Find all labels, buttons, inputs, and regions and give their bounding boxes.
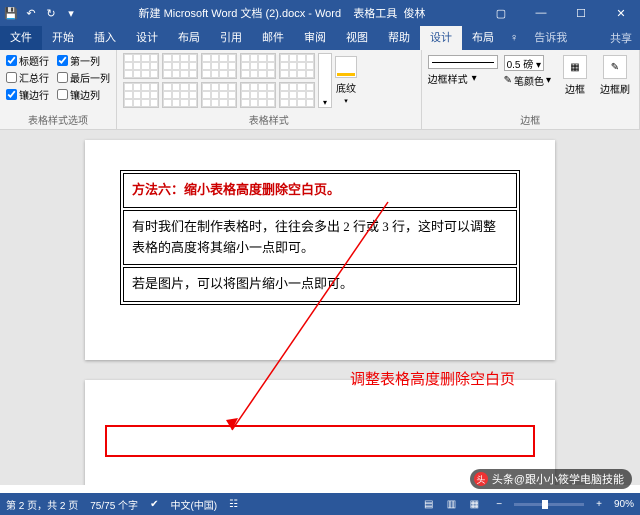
read-mode-icon[interactable]: ▤ (419, 499, 439, 510)
ribbon-options-icon[interactable]: ▢ (486, 7, 516, 20)
accessibility-icon[interactable]: ☷ (229, 499, 238, 510)
borders-button[interactable]: ▦边框 (557, 55, 593, 96)
shading-button[interactable]: 底纹 ▾ (335, 53, 357, 105)
bucket-icon (335, 56, 357, 78)
table-style[interactable] (279, 53, 315, 79)
border-weight[interactable]: 0.5 磅 ▾ (504, 55, 545, 71)
group-label: 表格样式 (123, 112, 415, 129)
save-icon[interactable]: 💾 (4, 7, 18, 20)
check-total-row[interactable]: 汇总行 (6, 70, 49, 85)
annotation-text: 调整表格高度删除空白页 (350, 368, 515, 389)
ribbon: 标题行 第一列 汇总行 最后一列 镶边行 镶边列 表格样式选项 (0, 50, 640, 130)
table-style[interactable] (123, 82, 159, 108)
minimize-icon[interactable]: — (526, 7, 556, 19)
check-banded-row[interactable]: 镶边行 (6, 87, 49, 102)
border-line-style[interactable] (428, 55, 498, 69)
zoom-in-icon[interactable]: + (596, 499, 602, 510)
group-style-options: 标题行 第一列 汇总行 最后一列 镶边行 镶边列 表格样式选项 (0, 50, 117, 129)
check-banded-col[interactable]: 镶边列 (57, 87, 110, 102)
undo-icon[interactable]: ↶ (24, 7, 38, 20)
table-style[interactable] (240, 53, 276, 79)
zoom-slider[interactable] (514, 503, 584, 506)
table-style[interactable] (279, 82, 315, 108)
tab-mailings[interactable]: 邮件 (252, 26, 294, 50)
table-style[interactable] (240, 82, 276, 108)
status-bar: 第 2 页，共 2 页 75/75 个字 ✔ 中文(中国) ☷ ▤ ▥ ▦ − … (0, 493, 640, 515)
table-style[interactable] (123, 53, 159, 79)
tab-file[interactable]: 文件 (0, 26, 42, 50)
document-area[interactable]: 方法六：缩小表格高度删除空白页。 有时我们在制作表格时，往往会多出 2 行或 3… (0, 130, 640, 485)
check-first-col[interactable]: 第一列 (57, 53, 110, 68)
table-style[interactable] (201, 53, 237, 79)
check-header-row[interactable]: 标题行 (6, 53, 49, 68)
zoom-level[interactable]: 90% (614, 499, 634, 510)
window-title: 新建 Microsoft Word 文档 (2).docx - Word 表格工… (78, 5, 486, 21)
qat-more-icon[interactable]: ▾ (64, 7, 78, 20)
content-table[interactable]: 方法六：缩小表格高度删除空白页。 有时我们在制作表格时，往往会多出 2 行或 3… (120, 170, 520, 305)
view-buttons: ▤ ▥ ▦ (419, 499, 485, 510)
language[interactable]: 中文(中国) (170, 497, 217, 512)
tab-view[interactable]: 视图 (336, 26, 378, 50)
watermark-logo-icon: 头 (474, 472, 488, 486)
table-style[interactable] (162, 82, 198, 108)
redo-icon[interactable]: ↻ (44, 7, 58, 20)
table-style[interactable] (201, 82, 237, 108)
web-layout-icon[interactable]: ▦ (464, 499, 484, 510)
group-table-styles: ▾ 底纹 ▾ 表格样式 (117, 50, 422, 129)
close-icon[interactable]: ✕ (606, 7, 636, 20)
border-painter-button[interactable]: ✎边框刷 (597, 55, 633, 96)
title-bar: 💾 ↶ ↻ ▾ 新建 Microsoft Word 文档 (2).docx - … (0, 0, 640, 26)
group-label: 边框 (428, 112, 633, 129)
watermark: 头 头条@跟小小筱学电脑技能 (470, 469, 632, 489)
table-cell[interactable]: 有时我们在制作表格时，往往会多出 2 行或 3 行，这时可以调整表格的高度将其缩… (123, 210, 517, 266)
tab-home[interactable]: 开始 (42, 26, 84, 50)
zoom-out-icon[interactable]: − (496, 499, 502, 510)
annotation-box (105, 425, 535, 457)
page-1: 方法六：缩小表格高度删除空白页。 有时我们在制作表格时，往往会多出 2 行或 3… (85, 140, 555, 360)
maximize-icon[interactable]: ☐ (566, 7, 596, 20)
quick-access-toolbar: 💾 ↶ ↻ ▾ (4, 7, 78, 20)
tab-insert[interactable]: 插入 (84, 26, 126, 50)
help-icon[interactable]: ♀ (504, 32, 524, 44)
tab-table-layout[interactable]: 布局 (462, 26, 504, 50)
word-count[interactable]: 75/75 个字 (90, 497, 138, 512)
tab-references[interactable]: 引用 (210, 26, 252, 50)
tab-layout[interactable]: 布局 (168, 26, 210, 50)
group-borders: 边框样式 ▾ 0.5 磅 ▾ ✎笔颜色 ▾ ▦边框 ✎边框刷 边框 (422, 50, 640, 129)
tab-table-design[interactable]: 设计 (420, 26, 462, 50)
spell-check-icon[interactable]: ✔ (150, 499, 158, 510)
print-layout-icon[interactable]: ▥ (442, 499, 462, 510)
border-icon: ▦ (563, 55, 587, 79)
tab-review[interactable]: 审阅 (294, 26, 336, 50)
page-count[interactable]: 第 2 页，共 2 页 (6, 497, 78, 512)
table-cell[interactable]: 方法六：缩小表格高度删除空白页。 (123, 173, 517, 208)
tab-design[interactable]: 设计 (126, 26, 168, 50)
tab-help[interactable]: 帮助 (378, 26, 420, 50)
share-button[interactable]: 共享 (602, 30, 640, 46)
menu-bar: 文件 开始 插入 设计 布局 引用 邮件 审阅 视图 帮助 设计 布局 ♀ 告诉… (0, 26, 640, 50)
table-style[interactable] (162, 53, 198, 79)
painter-icon: ✎ (603, 55, 627, 79)
table-cell[interactable]: 若是图片，可以将图片缩小一点即可。 (123, 267, 517, 302)
group-label: 表格样式选项 (6, 112, 110, 129)
check-last-col[interactable]: 最后一列 (57, 70, 110, 85)
tell-me[interactable]: 告诉我 (524, 26, 577, 50)
window-controls: ▢ — ☐ ✕ (486, 7, 636, 20)
styles-more-button[interactable]: ▾ (318, 53, 332, 108)
pen-color[interactable]: ✎笔颜色 ▾ (504, 73, 551, 88)
border-style-label[interactable]: 边框样式 (428, 71, 468, 86)
